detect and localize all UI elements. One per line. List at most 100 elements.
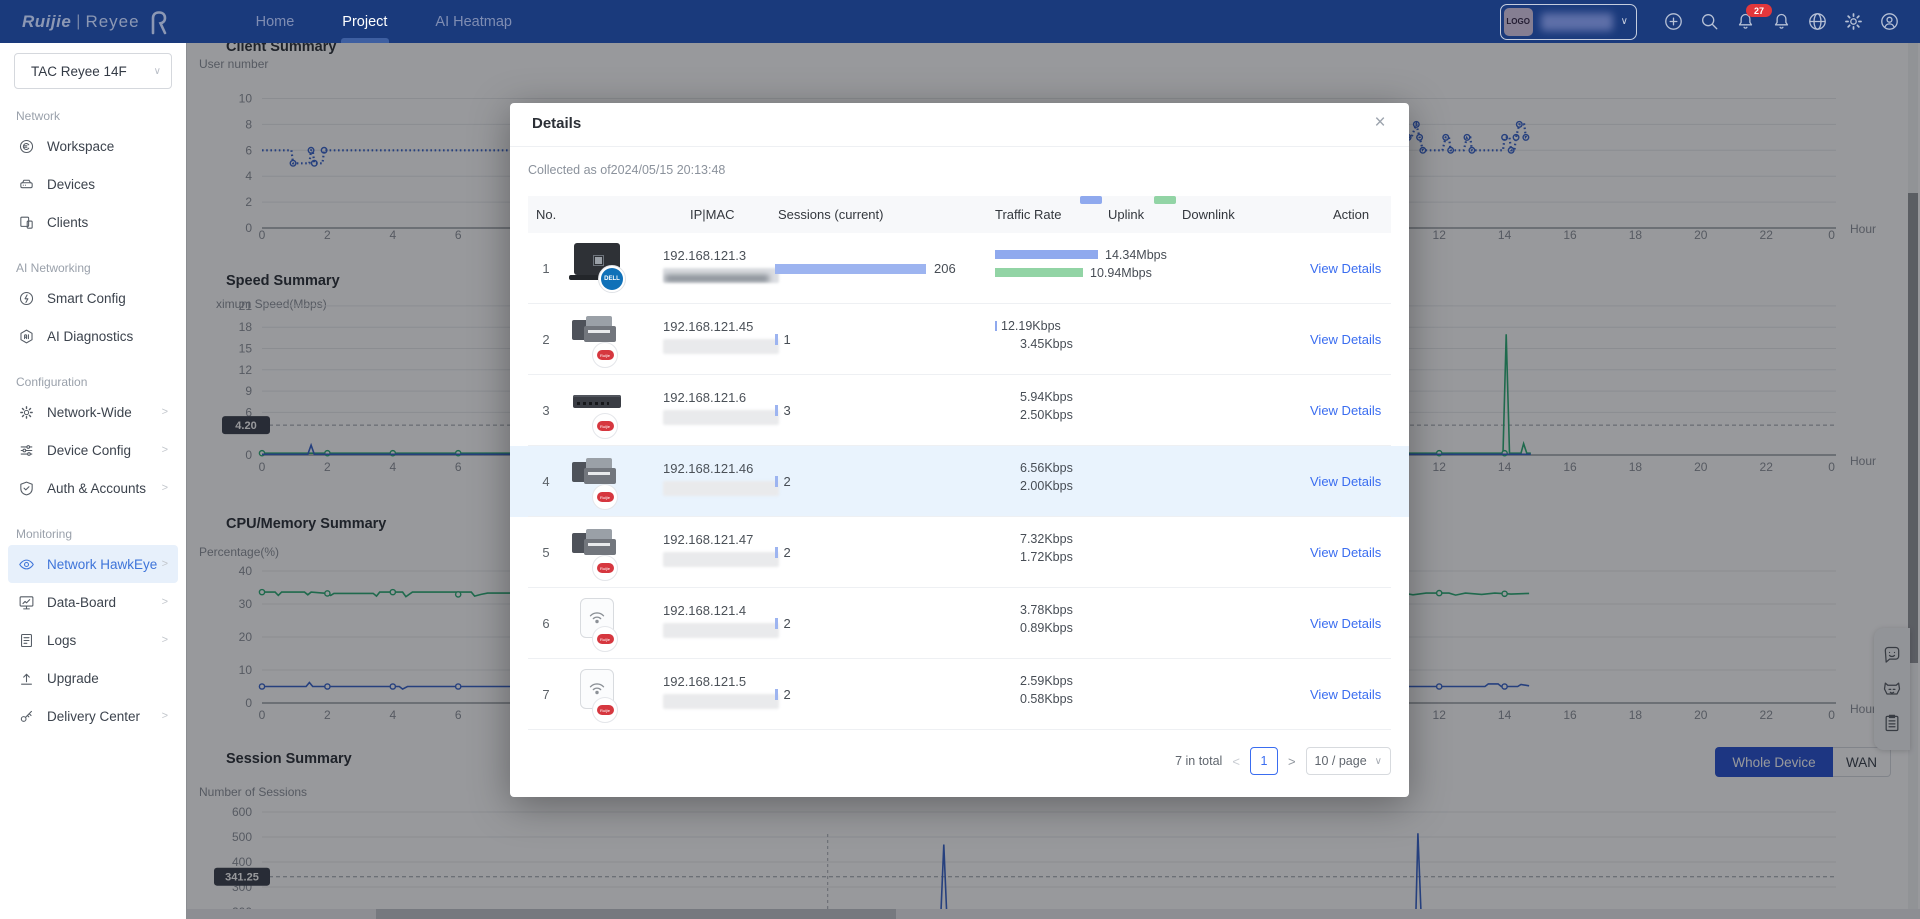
page-number-button[interactable]: 1 — [1250, 747, 1278, 775]
sidebar-item-network-hawkeye[interactable]: Network HawkEye> — [8, 545, 178, 583]
mac-address-redacted — [663, 481, 779, 496]
view-details-link[interactable]: View Details — [1310, 233, 1381, 304]
nav-item-ai-heatmap[interactable]: AI Heatmap — [411, 0, 536, 43]
add-button[interactable] — [1663, 11, 1684, 32]
settings-button[interactable] — [1843, 11, 1864, 32]
ip-address: 192.168.121.5 — [663, 674, 779, 689]
downlink-legend-label: Downlink — [1182, 196, 1235, 233]
rate-value: 0.58Kbps — [1020, 692, 1073, 706]
ip-address: 192.168.121.46 — [663, 461, 779, 476]
pagination-total: 7 in total — [1175, 754, 1222, 768]
workspace-icon — [18, 138, 35, 155]
search-button[interactable] — [1699, 11, 1720, 32]
view-details-link[interactable]: View Details — [1310, 375, 1381, 446]
row-divider — [528, 729, 1391, 730]
mac-address-redacted — [663, 623, 779, 638]
smart-config-icon — [18, 290, 35, 307]
delivery-center-icon — [18, 708, 35, 725]
traffic-cell: 7.32Kbps1.72Kbps — [995, 517, 1295, 588]
sidebar-item-workspace[interactable]: Workspace — [8, 127, 178, 165]
rate-value: 3.78Kbps — [1020, 603, 1073, 617]
sidebar: TAC Reyee 14F ∨ NetworkWorkspaceDevicesC… — [0, 43, 187, 919]
nav-item-project[interactable]: Project — [318, 0, 411, 43]
sessions-cell: 1 — [775, 304, 791, 375]
traffic-cell: 2.59Kbps 0.58Kbps — [995, 659, 1295, 730]
page-size-select[interactable]: 10 / page ∨ — [1306, 747, 1391, 775]
col-action: Action — [1333, 196, 1369, 233]
ip-mac-cell: 192.168.121.4 — [663, 603, 779, 638]
alerts-button[interactable]: 27 — [1735, 11, 1756, 32]
sidebar-item-device-config[interactable]: Device Config > — [8, 431, 178, 469]
sessions-cell: 3 — [775, 375, 791, 446]
device-image-printer: Ruijie — [568, 454, 644, 509]
hawkeye-icon — [18, 556, 35, 573]
rate-value: 3.45Kbps — [1020, 337, 1073, 351]
sidebar-item-upgrade[interactable]: Upgrade — [8, 659, 178, 697]
chevron-down-icon: ∨ — [1375, 756, 1382, 767]
col-ipmac: IP|MAC — [690, 196, 735, 233]
sessions-cell: 2 — [775, 446, 791, 517]
rate-value: 1.72Kbps — [1020, 550, 1073, 564]
col-sessions: Sessions (current) — [778, 196, 883, 233]
sidebar-item-logs[interactable]: Logs> — [8, 621, 178, 659]
close-icon[interactable]: × — [1369, 112, 1391, 134]
view-details-link[interactable]: View Details — [1310, 659, 1381, 730]
sidebar-item-clients[interactable]: Clients — [8, 203, 178, 241]
ruijie-badge: Ruijie — [592, 626, 618, 652]
bell-icon — [1771, 11, 1792, 32]
rate-value: 0.89Kbps — [1020, 621, 1073, 635]
view-details-link[interactable]: View Details — [1310, 517, 1381, 588]
rate-value: 2.59Kbps — [1020, 674, 1073, 688]
rate-bar — [995, 321, 997, 331]
ip-mac-cell: 192.168.121.6 — [663, 390, 779, 425]
tenant-logo: LOGO — [1504, 8, 1533, 36]
account-button[interactable] — [1879, 11, 1900, 32]
row-number: 4 — [534, 446, 558, 517]
downlink-rate: 3.45Kbps — [995, 335, 1073, 352]
plus-circle-icon — [1663, 11, 1684, 32]
rate-value: 12.19Kbps — [1001, 319, 1061, 333]
language-button[interactable] — [1807, 11, 1828, 32]
ip-address: 192.168.121.47 — [663, 532, 779, 547]
ruijie-badge: Ruijie — [592, 555, 618, 581]
sessions-bar — [775, 547, 778, 558]
chevron-right-icon: > — [162, 444, 168, 456]
page-next-button[interactable]: > — [1288, 754, 1296, 769]
sidebar-item-data-board[interactable]: Data-Board> — [8, 583, 178, 621]
sidebar-item-delivery-center[interactable]: Delivery Center> — [8, 697, 178, 735]
downlink-rate: 1.72Kbps — [995, 548, 1073, 565]
sessions-cell: 206 — [775, 233, 956, 304]
data-board-icon — [18, 594, 35, 611]
network-selector[interactable]: TAC Reyee 14F ∨ — [14, 53, 172, 89]
device-image-laptop: DELL — [568, 241, 644, 296]
sidebar-item-network-wide[interactable]: Network-Wide> — [8, 393, 178, 431]
sidebar-item-label: AI Diagnostics — [47, 329, 133, 344]
ruijie-badge: Ruijie — [592, 413, 618, 439]
sidebar-item-auth-accounts[interactable]: Auth & Accounts> — [8, 469, 178, 507]
nav-item-home[interactable]: Home — [232, 0, 319, 43]
device-image-ap: Ruijie — [568, 667, 644, 722]
sidebar-item-label: Device Config — [47, 443, 131, 458]
sidebar-item-ai-diagnostics[interactable]: AI Diagnostics — [8, 317, 178, 355]
collected-timestamp: Collected as of2024/05/15 20:13:48 — [528, 163, 725, 177]
sidebar-item-smart-config[interactable]: Smart Config — [8, 279, 178, 317]
ip-address: 192.168.121.45 — [663, 319, 779, 334]
sidebar-item-devices[interactable]: Devices — [8, 165, 178, 203]
device-config-icon — [18, 442, 35, 459]
page-prev-button[interactable]: < — [1232, 754, 1240, 769]
modal-title: Details — [532, 115, 581, 132]
device-cell: Ruijie — [568, 525, 644, 580]
notifications-button[interactable] — [1771, 11, 1792, 32]
view-details-link[interactable]: View Details — [1310, 304, 1381, 375]
col-traffic: Traffic Rate — [995, 196, 1061, 233]
sidebar-item-label: Data-Board — [47, 595, 116, 610]
view-details-link[interactable]: View Details — [1310, 446, 1381, 517]
search-icon — [1699, 11, 1720, 32]
tenant-logo-selector[interactable]: LOGO ∨ — [1500, 4, 1637, 40]
row-number: 1 — [534, 233, 558, 304]
table-row: 4Ruijie192.168.121.4626.56Kbps2.00KbpsVi… — [510, 446, 1409, 517]
view-details-link[interactable]: View Details — [1310, 588, 1381, 659]
sessions-cell: 2 — [775, 517, 791, 588]
ip-address: 192.168.121.6 — [663, 390, 779, 405]
rate-value: 6.56Kbps — [1020, 461, 1073, 475]
